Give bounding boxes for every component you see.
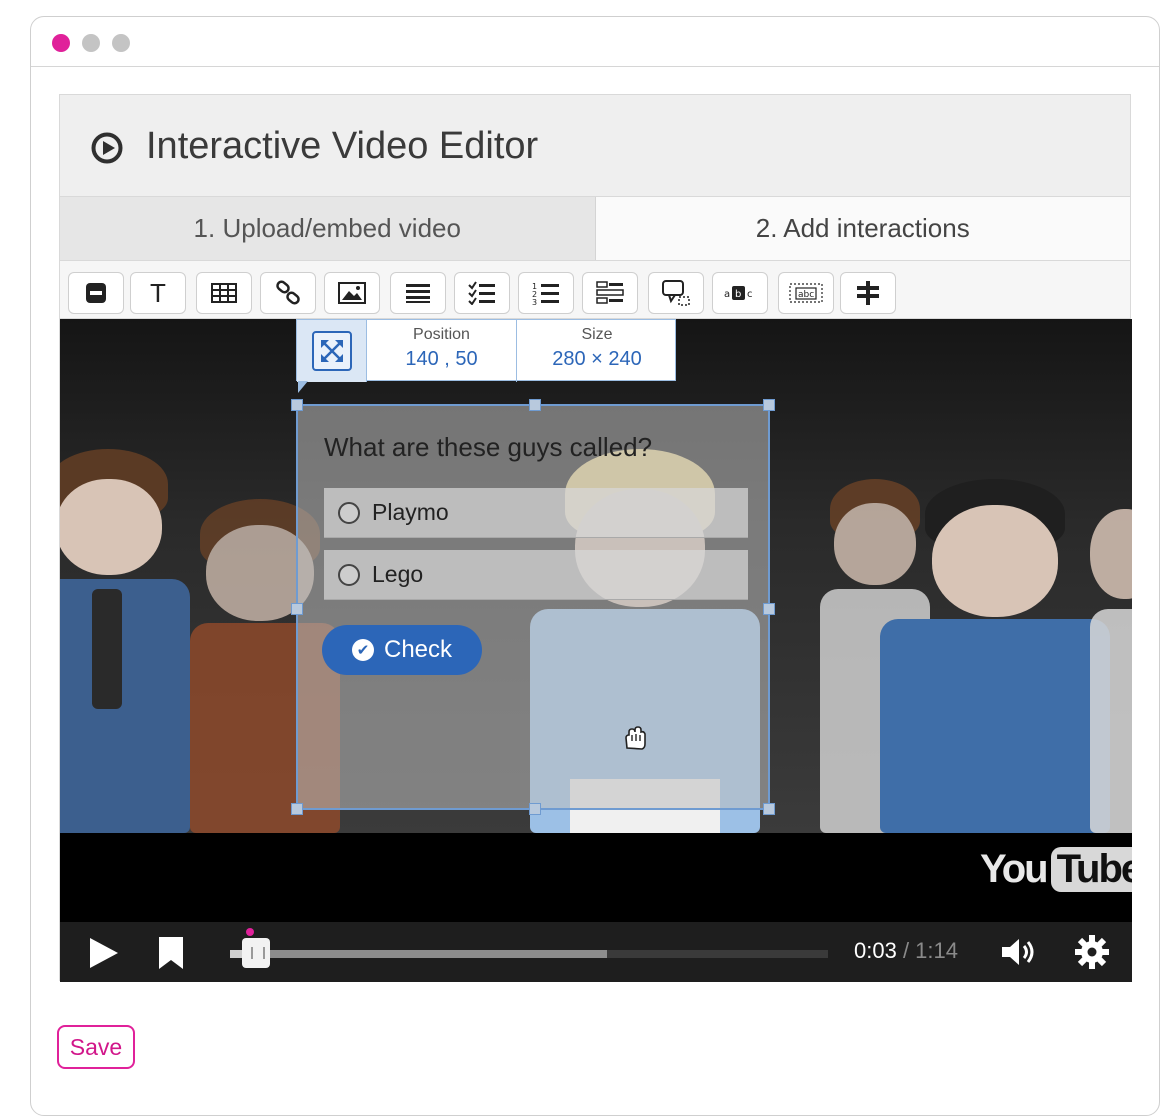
editor-title: Interactive Video Editor [146,125,539,167]
link-icon [276,280,300,305]
position-value[interactable]: 140 , 50 [367,348,516,371]
resize-handle-w[interactable] [291,603,303,615]
numbered-list-button[interactable]: 123 [518,272,574,314]
minimize-dot[interactable] [82,34,100,52]
volume-icon[interactable] [1000,936,1040,968]
browser-window: Interactive Video Editor 1. Upload/embed… [30,16,1160,1116]
check-circle-icon: ✔ [351,639,374,661]
answer-label: Playmo [372,499,449,525]
list-icon [406,284,430,303]
text-button[interactable]: T [130,272,186,314]
answer-label: Lego [372,561,424,587]
time-display: 0:03 / 1:14 [854,938,958,964]
resize-handle-ne[interactable] [763,399,775,411]
resize-handle-s[interactable] [529,803,541,815]
window-titlebar [31,17,1159,67]
image-icon [338,282,366,304]
statement-button[interactable] [68,272,124,314]
figure-edge [1090,489,1132,833]
time-separator: / [896,938,916,963]
position-label: Position [413,326,470,343]
speech-bubble-icon [662,280,690,306]
editor-header: Interactive Video Editor [60,95,1130,197]
play-icon[interactable] [88,936,120,970]
svg-text:abc: abc [798,290,814,300]
checklist-icon [468,281,495,305]
fill-blanks-icon: abc [789,283,823,303]
size-field[interactable]: Size 280 × 240 [517,320,677,382]
resize-handle-se[interactable] [763,803,775,815]
svg-text:b: b [735,289,741,300]
duration: 1:14 [915,938,958,963]
multichoice-interaction[interactable]: What are these guys called? Playmo Lego … [291,399,775,815]
table-button[interactable] [196,272,252,314]
check-label: Check [383,636,453,663]
resize-handle-e[interactable] [763,603,775,615]
maximize-dot[interactable] [112,34,130,52]
progress-buffered [230,950,607,958]
figure-right [880,479,1110,833]
radio-button[interactable] [338,501,360,524]
interactive-video-editor: Interactive Video Editor 1. Upload/embed… [59,94,1132,982]
svg-text:3: 3 [532,298,537,305]
list-button[interactable] [390,272,446,314]
fullscreen-toggle-button[interactable] [297,320,367,382]
crossroads-icon [857,281,879,305]
size-label: Size [581,326,613,343]
drag-hand-icon [625,726,646,750]
image-button[interactable] [324,272,380,314]
figure-left [60,449,190,833]
svg-text:a: a [724,289,730,300]
save-button[interactable]: Save [57,1025,135,1069]
form-button[interactable] [582,272,638,314]
tab-add-interactions[interactable]: 2. Add interactions [595,197,1130,260]
mark-words-button[interactable]: abc [712,272,768,314]
numbered-list-icon: 123 [532,282,559,305]
bookmark-marker[interactable] [246,928,254,936]
radio-button[interactable] [338,563,360,586]
resize-handle-sw[interactable] [291,803,303,815]
question-text: What are these guys called? [324,432,653,462]
size-value[interactable]: 280 × 240 [517,348,677,371]
close-dot[interactable] [52,34,70,52]
answer-option[interactable]: Playmo [324,488,748,538]
table-icon [211,283,237,303]
interaction-coordinates-panel: Position 140 , 50 Size 280 × 240 [296,319,677,382]
check-button[interactable]: ✔ Check [322,625,482,675]
expand-arrows-icon [311,331,352,371]
text-icon: T [150,277,166,308]
editor-tabs: 1. Upload/embed video 2. Add interaction… [60,197,1130,261]
position-field[interactable]: Position 140 , 50 [367,320,517,382]
answer-option[interactable]: Lego [324,550,748,600]
video-player[interactable]: YouTube 0:03 / 1:14 [60,319,1132,982]
bookmark-icon[interactable] [158,936,184,970]
mark-words-icon: abc [724,286,753,300]
interactions-toolbar: T 123 a b c abc [60,261,1130,319]
checklist-button[interactable] [454,272,510,314]
panel-pointer [298,381,308,393]
crossroads-button[interactable] [840,272,896,314]
statement-icon [86,283,106,303]
progress-handle[interactable] [242,938,270,968]
speech-bubble-button[interactable] [648,272,704,314]
link-button[interactable] [260,272,316,314]
youtube-logo[interactable]: YouTube [980,841,1132,897]
tab-upload-video[interactable]: 1. Upload/embed video [60,197,596,260]
settings-gear-icon[interactable] [1074,934,1110,970]
progress-bar[interactable] [230,950,828,958]
form-icon [596,281,624,304]
resize-handle-n[interactable] [529,399,541,411]
player-controls: 0:03 / 1:14 [60,922,1132,982]
current-time: 0:03 [854,938,897,963]
svg-text:c: c [747,289,753,300]
resize-handle-nw[interactable] [291,399,303,411]
fill-blanks-button[interactable]: abc [778,272,834,314]
play-circle-icon [91,132,123,164]
